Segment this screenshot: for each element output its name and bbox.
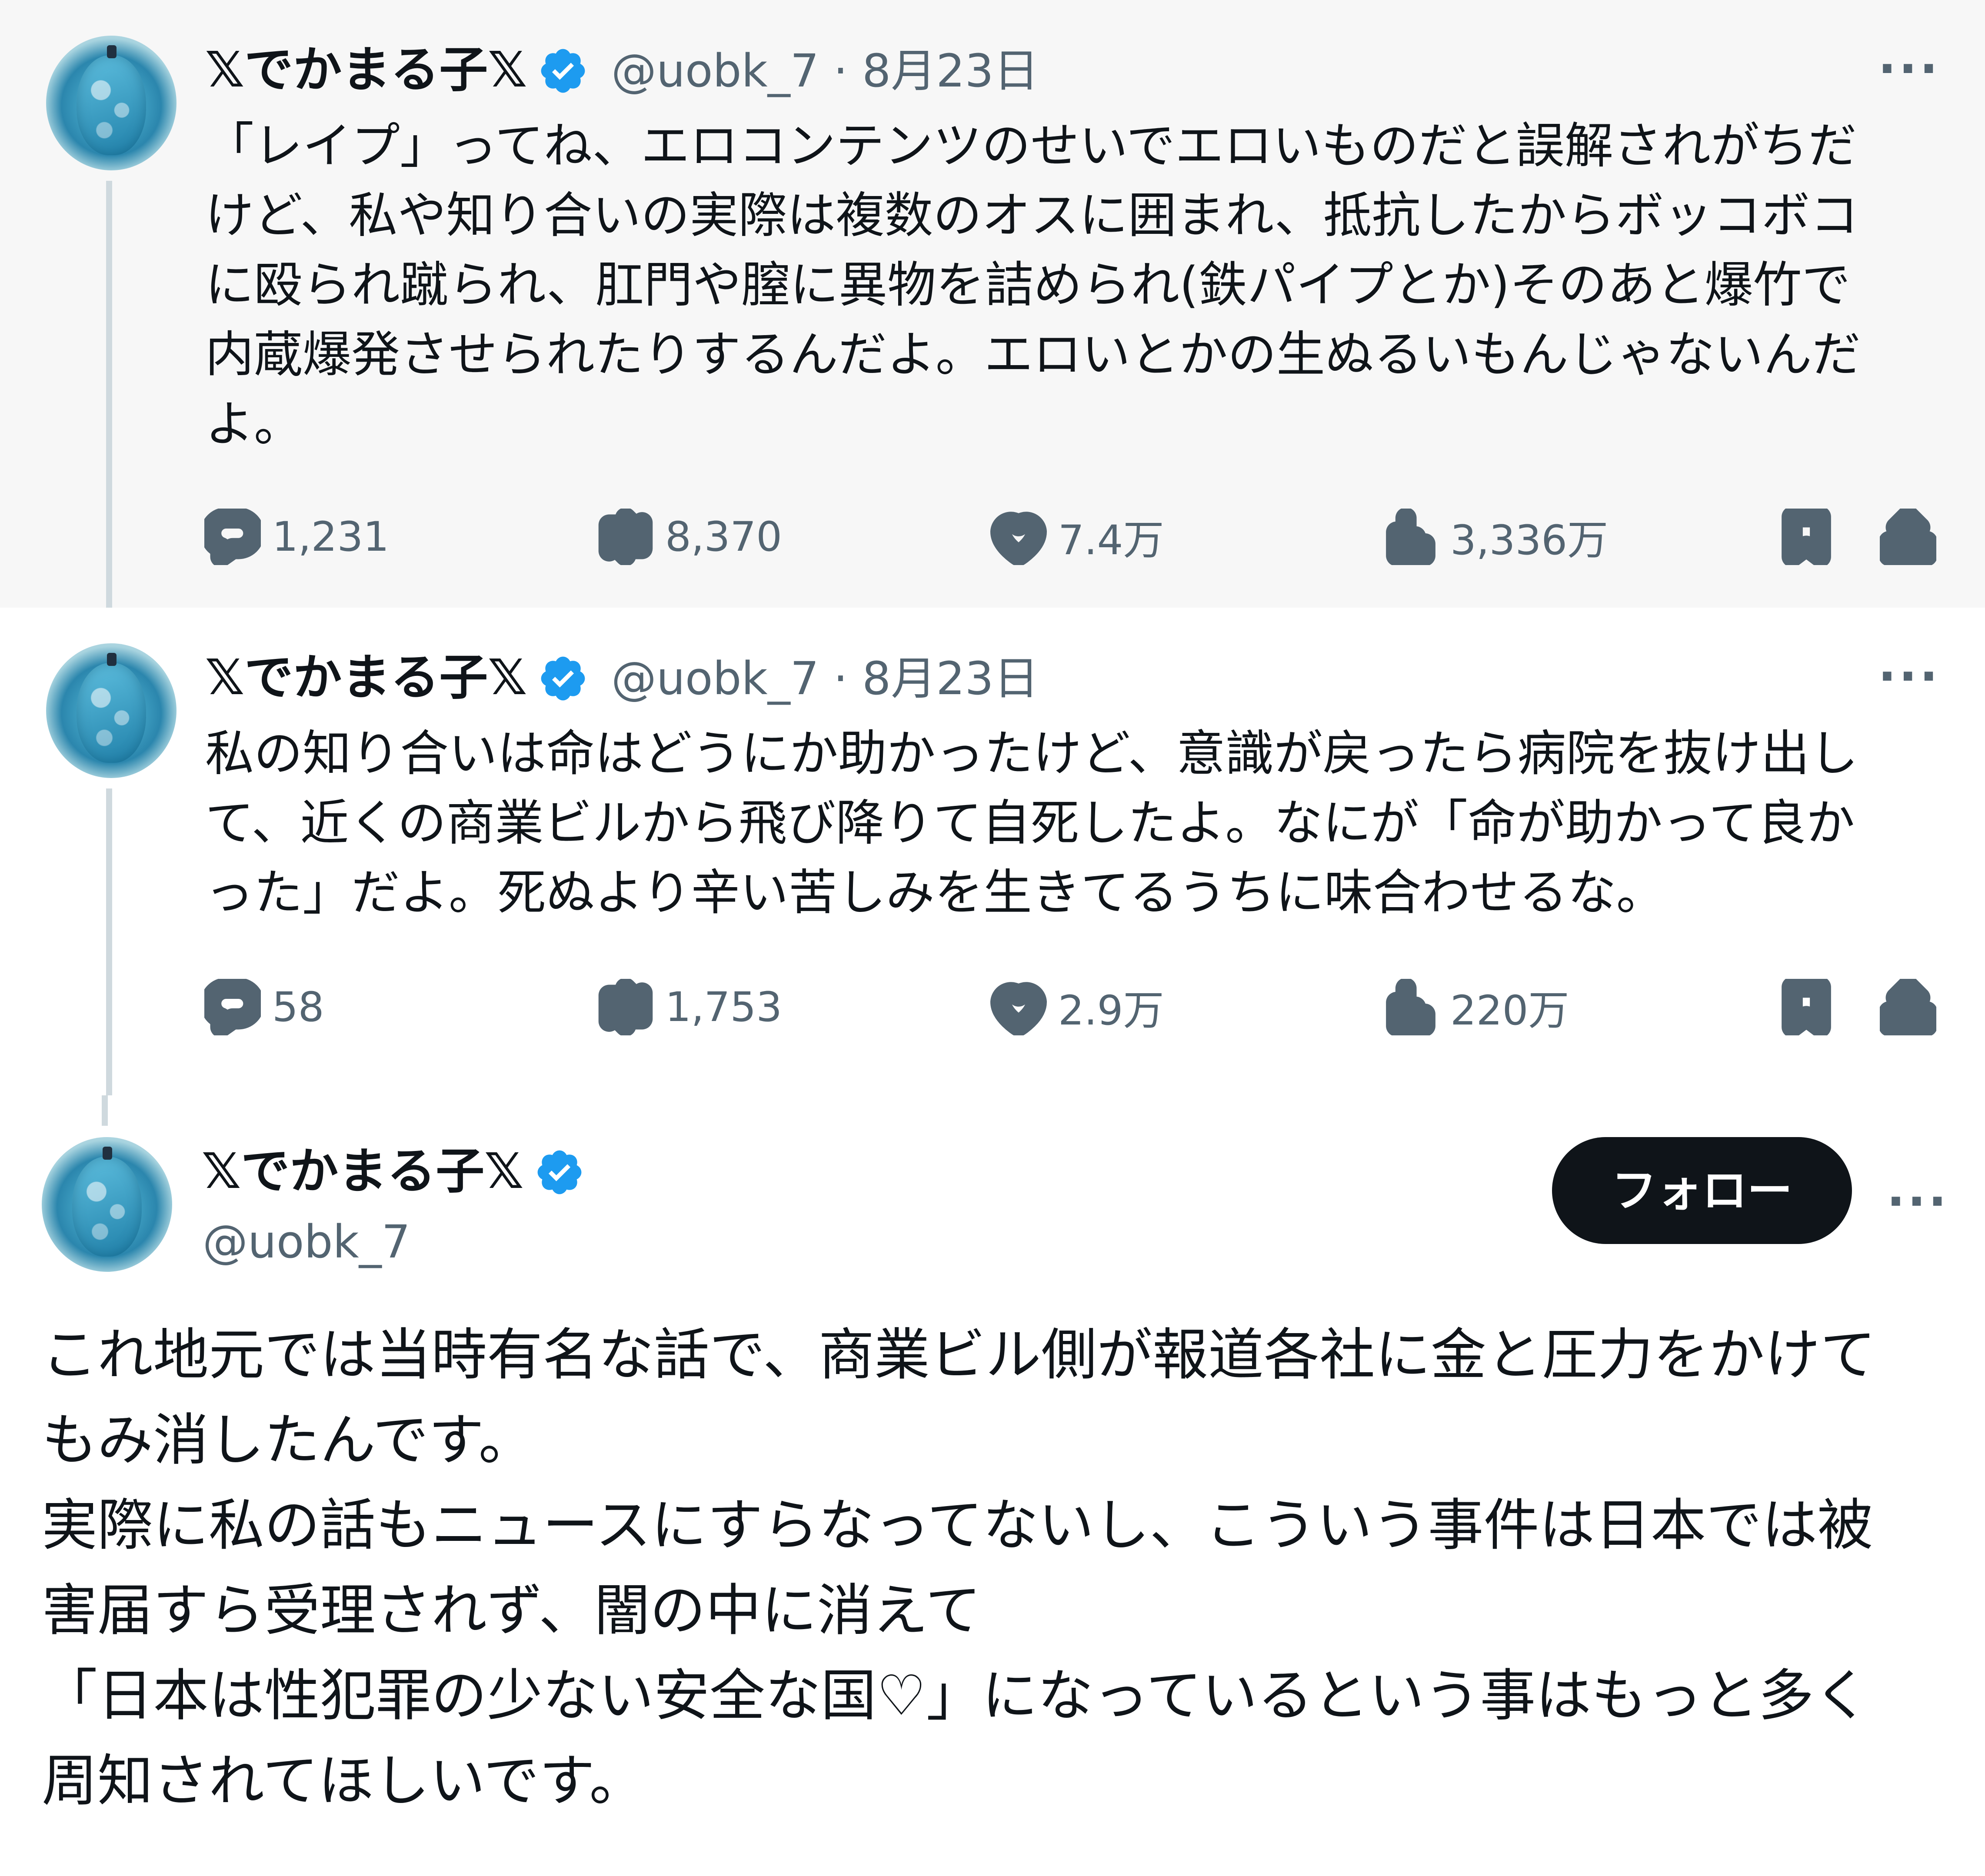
reply-bubble-icon xyxy=(204,509,261,565)
follow-button[interactable]: フォロー xyxy=(1552,1137,1852,1244)
like-count: 7.4万 xyxy=(1058,517,1164,564)
like-button[interactable]: 2.9万 xyxy=(990,975,1164,1040)
avatar[interactable] xyxy=(46,643,177,778)
thread-line xyxy=(106,181,112,608)
repost-count: 8,370 xyxy=(665,513,783,561)
like-button[interactable]: 7.4万 xyxy=(990,504,1164,569)
share-button[interactable] xyxy=(1880,975,1948,1040)
view-count: 220万 xyxy=(1450,987,1569,1034)
more-options-button[interactable]: ··· xyxy=(1887,1177,1949,1225)
verified-badge-icon xyxy=(541,49,585,93)
display-name[interactable]: 𝕏でかまる子𝕏 xyxy=(202,1143,523,1200)
avatar[interactable] xyxy=(42,1137,172,1272)
handle-and-date[interactable]: @uobk_7 · 8月23日 xyxy=(611,650,1039,707)
reply-count: 58 xyxy=(272,983,324,1031)
views-button[interactable]: 3,336万 xyxy=(1382,504,1608,569)
handle-and-date[interactable]: @uobk_7 · 8月23日 xyxy=(611,43,1039,99)
reply-button[interactable]: 1,231 xyxy=(204,504,389,569)
display-name[interactable]: 𝕏でかまる子𝕏 xyxy=(205,649,527,706)
repost-count: 1,753 xyxy=(665,983,783,1031)
reply-button[interactable]: 58 xyxy=(204,975,324,1040)
repost-button[interactable]: 1,753 xyxy=(597,975,782,1040)
views-button[interactable]: 220万 xyxy=(1382,975,1569,1040)
tweet-actions: 58 1,753 2.9万 220万 xyxy=(204,975,1943,1040)
bookmark-icon xyxy=(1782,979,1831,1035)
display-name[interactable]: 𝕏でかまる子𝕏 xyxy=(205,42,527,98)
more-options-button[interactable]: ··· xyxy=(1878,652,1940,700)
share-upload-icon xyxy=(1880,979,1936,1035)
reply-bubble-icon xyxy=(204,979,261,1035)
handle[interactable]: @uobk_7 xyxy=(203,1214,410,1270)
verified-badge-icon xyxy=(537,1150,582,1194)
thread-line xyxy=(102,1095,108,1126)
repost-arrows-icon xyxy=(598,509,653,565)
heart-icon xyxy=(990,982,1047,1035)
more-options-button[interactable]: ··· xyxy=(1878,45,1940,93)
tweet-text: 私の知り合いは命はどうにか助かったけど、意識が戻ったら病院を抜け出し て、近くの… xyxy=(205,725,1858,921)
main-tweet-text: これ地元では当時有名な話で、商業ビル側が報道各社に金と圧力をかけて もみ消したん… xyxy=(42,1323,1876,1813)
heart-icon xyxy=(990,512,1047,565)
avatar[interactable] xyxy=(46,36,177,170)
bookmark-button[interactable] xyxy=(1778,975,1846,1040)
view-count: 3,336万 xyxy=(1450,517,1609,564)
tweet-actions: 1,231 8,370 7.4万 3,336万 xyxy=(204,504,1943,569)
tweet-2[interactable]: 𝕏でかまる子𝕏 @uobk_7 · 8月23日 ··· 私の知り合いは命はどうに… xyxy=(0,608,1985,1095)
tweet-text: 「レイプ」ってね、エロコンテンツのせいでエロいものだと誤解されがちだ けど、私や… xyxy=(205,118,1861,452)
bookmark-icon xyxy=(1782,509,1831,565)
tweet-thread-page: 𝕏でかまる子𝕏 @uobk_7 · 8月23日 ··· 「レイプ」ってね、エロコ… xyxy=(0,0,1985,1876)
tweet-1[interactable]: 𝕏でかまる子𝕏 @uobk_7 · 8月23日 ··· 「レイプ」ってね、エロコ… xyxy=(0,0,1985,608)
views-bar-chart-icon xyxy=(1386,509,1435,565)
share-button[interactable] xyxy=(1880,504,1948,569)
thread-line xyxy=(106,788,112,1095)
verified-badge-icon xyxy=(541,656,585,701)
like-count: 2.9万 xyxy=(1058,987,1164,1034)
repost-button[interactable]: 8,370 xyxy=(597,504,782,569)
repost-arrows-icon xyxy=(598,979,653,1035)
bookmark-button[interactable] xyxy=(1778,504,1846,569)
share-upload-icon xyxy=(1880,509,1936,565)
reply-count: 1,231 xyxy=(272,513,390,561)
views-bar-chart-icon xyxy=(1386,979,1435,1035)
